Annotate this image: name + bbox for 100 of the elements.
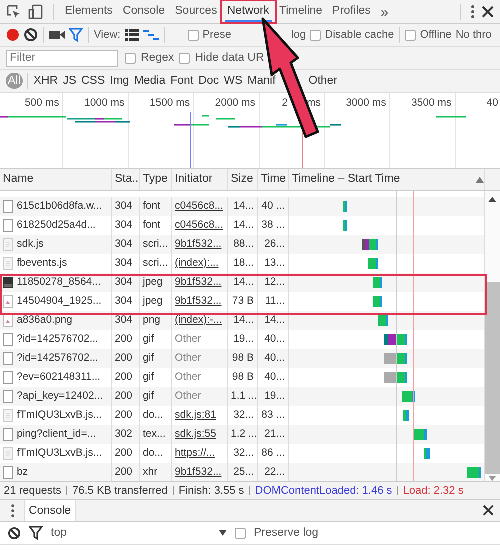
size-cell: 88... bbox=[228, 235, 258, 254]
type-filter-button[interactable]: CSS bbox=[79, 73, 108, 89]
summary-text: DOMContentLoaded: 1.46 s bbox=[255, 484, 392, 496]
initiator-link[interactable]: sdk.js:55 bbox=[175, 428, 216, 440]
checkbox-label: Preserve log bbox=[254, 527, 319, 539]
checkbox[interactable] bbox=[405, 30, 416, 40]
time-tick-label: 1000 ms bbox=[84, 97, 125, 109]
type-cell: png bbox=[140, 311, 172, 330]
file-icon bbox=[3, 257, 13, 270]
panel-tab[interactable]: Timeline bbox=[278, 1, 325, 22]
close-icon[interactable] bbox=[483, 505, 494, 516]
initiator-link[interactable]: 9b1f532... bbox=[175, 238, 222, 250]
type-filter-button[interactable]: Font bbox=[168, 73, 196, 89]
list-view-icon[interactable] bbox=[124, 29, 139, 41]
clear-icon[interactable] bbox=[8, 526, 21, 540]
checkbox[interactable] bbox=[125, 52, 136, 64]
inspect-icon[interactable] bbox=[6, 4, 22, 20]
initiator-link[interactable]: (index):-... bbox=[175, 314, 222, 326]
type-filter-button[interactable]: JS bbox=[61, 73, 78, 89]
type-filter-button[interactable]: Other bbox=[306, 73, 340, 89]
type-filter-button[interactable]: Manif bbox=[246, 73, 278, 89]
request-name[interactable]: 618250d25a4d... bbox=[17, 216, 96, 235]
initiator-link[interactable]: (index):... bbox=[175, 257, 219, 269]
request-name[interactable]: ping?client_id=... bbox=[17, 425, 96, 444]
initiator-cell: Other bbox=[175, 390, 202, 402]
menu-icon[interactable] bbox=[10, 504, 16, 518]
status-cell: 302 bbox=[112, 425, 140, 444]
summary-text: Load: 2.32 s bbox=[403, 484, 464, 496]
throttle-dropdown[interactable]: No thro bbox=[456, 29, 492, 41]
panel-tab[interactable]: Profiles bbox=[330, 1, 373, 22]
checkbox-label: Regex bbox=[141, 52, 174, 64]
file-icon bbox=[3, 352, 13, 365]
checkbox-label: Hide data UR bbox=[195, 52, 264, 64]
waterfall-view-icon[interactable] bbox=[142, 29, 159, 41]
type-filter-button[interactable]: Img bbox=[108, 73, 132, 89]
context-dropdown[interactable]: top bbox=[51, 527, 211, 539]
status-cell: 304 bbox=[112, 311, 140, 330]
scroll-up-icon[interactable] bbox=[488, 197, 497, 202]
request-name[interactable]: ?id=142576702... bbox=[17, 330, 98, 349]
panel-tab[interactable]: Elements bbox=[63, 1, 115, 22]
column-header[interactable]: Initiator bbox=[172, 169, 228, 190]
type-filter-button[interactable]: WS bbox=[222, 73, 245, 89]
type-cell: jpeg bbox=[140, 273, 172, 292]
column-header[interactable]: Name bbox=[0, 169, 112, 190]
size-cell: 1.1 ... bbox=[228, 387, 258, 406]
checkbox-label: Prese bbox=[202, 29, 232, 41]
time-cell: 26... bbox=[258, 235, 289, 254]
scrollbar-thumb[interactable] bbox=[485, 282, 500, 474]
time-cell: 14... bbox=[258, 311, 289, 330]
summary-text: Finish: 3.55 s bbox=[178, 484, 244, 496]
dropdown-arrow-icon[interactable] bbox=[219, 530, 227, 536]
request-name[interactable]: 11850278_8564... bbox=[17, 273, 101, 292]
type-filter-button[interactable]: XHR bbox=[32, 73, 60, 89]
request-name[interactable]: bz bbox=[17, 463, 28, 481]
checkbox[interactable] bbox=[235, 528, 246, 538]
request-name[interactable]: 615c1b06d8fa.w... bbox=[17, 197, 102, 216]
panel-tab[interactable]: Sources bbox=[173, 1, 220, 22]
request-name[interactable]: fTmIQU3LxvB.js... bbox=[17, 406, 102, 425]
panel-tab[interactable]: Console bbox=[120, 1, 168, 22]
checkbox[interactable] bbox=[188, 30, 199, 40]
request-name[interactable]: fTmIQU3LxvB.js... bbox=[17, 444, 102, 463]
column-header[interactable]: Sta... bbox=[112, 169, 140, 190]
more-tabs-button[interactable]: » bbox=[378, 4, 391, 20]
request-name[interactable]: 14504904_1925... bbox=[17, 292, 102, 311]
request-name[interactable]: ?id=142576702... bbox=[17, 349, 98, 368]
initiator-link[interactable]: 9b1f532... bbox=[175, 466, 222, 478]
type-filter-button[interactable]: Doc bbox=[196, 73, 222, 89]
initiator-link[interactable]: c0456c8... bbox=[175, 200, 224, 212]
request-name[interactable]: a836a0.png bbox=[17, 311, 72, 330]
camera-icon[interactable] bbox=[49, 30, 65, 40]
checkbox[interactable] bbox=[310, 30, 322, 40]
initiator-link[interactable]: sdk.js:81 bbox=[175, 409, 216, 421]
time-tick-label: 3000 ms bbox=[346, 97, 386, 109]
device-icon[interactable] bbox=[28, 4, 44, 20]
filter-icon[interactable] bbox=[29, 526, 43, 540]
checkbox-label: log bbox=[291, 29, 306, 41]
status-cell: 304 bbox=[112, 273, 140, 292]
record-icon[interactable] bbox=[6, 28, 20, 42]
drawer-tab[interactable]: Console bbox=[24, 500, 76, 521]
request-name[interactable]: ?ev=602148311... bbox=[17, 368, 101, 387]
checkbox-label: Disable cache bbox=[325, 29, 394, 41]
time-tick-label: 2000 ms bbox=[215, 97, 256, 109]
initiator-link[interactable]: c0456c8... bbox=[175, 219, 224, 231]
type-filter-button[interactable]: Media bbox=[132, 73, 168, 89]
column-header[interactable]: Type bbox=[140, 169, 172, 190]
initiator-link[interactable]: https://... bbox=[175, 447, 216, 459]
sort-arrow-icon bbox=[476, 177, 484, 183]
file-icon bbox=[3, 409, 13, 422]
column-header[interactable]: Size bbox=[228, 169, 258, 190]
column-header[interactable]: Time bbox=[258, 169, 289, 190]
initiator-link[interactable]: 9b1f532... bbox=[175, 276, 222, 288]
request-name[interactable]: fbevents.js bbox=[17, 254, 68, 273]
menu-icon[interactable] bbox=[470, 4, 476, 20]
checkbox[interactable] bbox=[179, 52, 190, 64]
request-name[interactable]: ?api_key=12402... bbox=[17, 387, 104, 406]
request-name[interactable]: sdk.js bbox=[17, 235, 44, 254]
filter-field[interactable]: Filter bbox=[6, 50, 118, 66]
close-icon[interactable] bbox=[482, 6, 494, 18]
clear-icon[interactable] bbox=[24, 28, 38, 42]
initiator-link[interactable]: 9b1f532... bbox=[175, 295, 222, 307]
